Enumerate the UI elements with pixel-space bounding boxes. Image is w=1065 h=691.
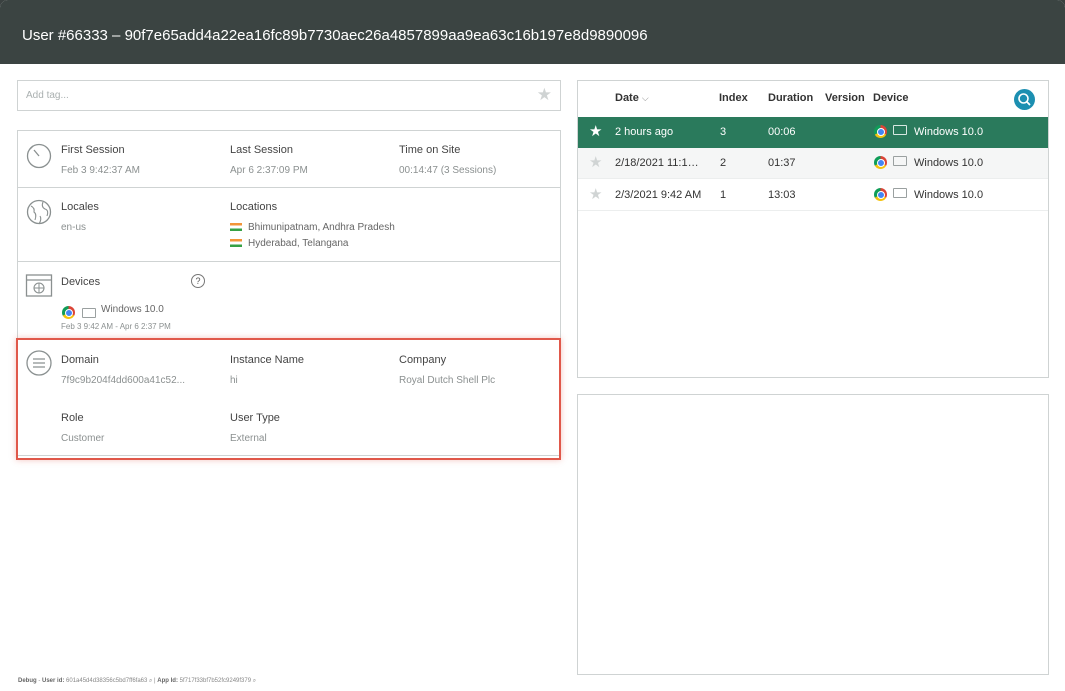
india-flag-icon bbox=[230, 223, 242, 231]
locales-card: Locales en-us Locations Bhimunipatnam, A… bbox=[18, 188, 560, 262]
chrome-icon bbox=[874, 188, 887, 202]
locales-value: en-us bbox=[61, 222, 87, 233]
tag-box: ★ bbox=[17, 80, 561, 111]
first-session-label: First Session bbox=[61, 144, 125, 156]
user-type-value: External bbox=[230, 433, 267, 444]
user-detail-window: User #66333 – 90f7e65add4a22ea16fc89b773… bbox=[0, 0, 1065, 691]
search-icon[interactable]: ⌕ bbox=[253, 678, 256, 684]
help-icon[interactable]: ? bbox=[191, 274, 205, 288]
debug-footer: Debug - User id: 601a45d4d38356c5bd7ff6f… bbox=[18, 678, 257, 684]
session-duration: 00:06 bbox=[768, 126, 796, 138]
devices-card: Devices ? Windows 10.0 Feb 3 9:42 AM - A… bbox=[18, 262, 560, 339]
add-tag-input[interactable] bbox=[18, 81, 518, 110]
session-date: 2/3/2021 9:42 AM bbox=[615, 189, 702, 201]
app-id-label: App Id: bbox=[157, 678, 178, 684]
user-type-label: User Type bbox=[230, 412, 280, 424]
session-duration: 01:37 bbox=[768, 157, 796, 169]
user-id-value: 601a45d4d38356c5bd7ff6fa63 bbox=[66, 678, 148, 684]
star-icon[interactable]: ★ bbox=[589, 187, 602, 202]
device-date-range: Feb 3 9:42 AM - Apr 6 2:37 PM bbox=[61, 322, 171, 331]
column-duration[interactable]: Duration bbox=[768, 92, 813, 104]
domain-label: Domain bbox=[61, 354, 99, 366]
search-icon[interactable]: ⌕ bbox=[149, 678, 152, 684]
column-date[interactable]: Date ⌵ bbox=[615, 92, 649, 104]
desktop-icon bbox=[888, 156, 907, 168]
column-index[interactable]: Index bbox=[719, 92, 748, 104]
table-header: Date ⌵ Index Duration Version Device bbox=[578, 81, 1048, 116]
session-index: 2 bbox=[720, 157, 727, 169]
stopwatch-icon bbox=[26, 143, 52, 169]
device-os: Windows 10.0 bbox=[101, 304, 164, 315]
chrome-icon bbox=[874, 156, 887, 170]
role-value: Customer bbox=[61, 433, 105, 444]
chrome-icon bbox=[62, 304, 75, 322]
session-os: Windows 10.0 bbox=[914, 157, 984, 169]
session-index: 3 bbox=[720, 126, 727, 138]
company-label: Company bbox=[399, 354, 447, 366]
search-button[interactable] bbox=[1014, 89, 1035, 110]
details-card: Domain 7f9c9b204f4dd600a41c52... Instanc… bbox=[18, 339, 560, 455]
location-item: Bhimunipatnam, Andhra Pradesh bbox=[230, 222, 395, 233]
user-id-label: User id: bbox=[42, 678, 65, 684]
column-device[interactable]: Device bbox=[873, 92, 908, 104]
devices-label: Devices bbox=[61, 276, 101, 288]
window-title: User #66333 – 90f7e65add4a22ea16fc89b773… bbox=[0, 0, 1065, 64]
session-index: 1 bbox=[720, 189, 727, 201]
session-date: 2/18/2021 11:1… bbox=[615, 157, 699, 169]
first-session-value: Feb 3 9:42:37 AM bbox=[61, 165, 140, 176]
table-row[interactable]: ★ 2/3/2021 9:42 AM 1 13:03 Windows 10.0 bbox=[578, 180, 1048, 211]
instance-name-label: Instance Name bbox=[230, 354, 304, 366]
india-flag-icon bbox=[230, 239, 242, 247]
location-name: Hyderabad, Telangana bbox=[248, 238, 349, 249]
session-duration: 13:03 bbox=[768, 189, 796, 201]
chrome-icon bbox=[874, 125, 887, 139]
search-icon bbox=[1018, 93, 1031, 106]
browser-window-icon bbox=[25, 274, 53, 297]
locales-label: Locales bbox=[61, 201, 99, 213]
table-row[interactable]: ★ 2 hours ago 3 00:06 Windows 10.0 bbox=[578, 117, 1048, 148]
desktop-icon bbox=[77, 304, 96, 322]
session-detail-panel bbox=[577, 394, 1049, 675]
table-row[interactable]: ★ 2/18/2021 11:1… 2 01:37 Windows 10.0 bbox=[578, 148, 1048, 179]
instance-name-value: hi bbox=[230, 375, 238, 386]
company-value: Royal Dutch Shell Plc bbox=[399, 375, 496, 386]
sort-chevron-icon: ⌵ bbox=[641, 93, 649, 103]
role-label: Role bbox=[61, 412, 84, 424]
time-on-site-value: 00:14:47 (3 Sessions) bbox=[399, 165, 497, 176]
star-icon[interactable]: ★ bbox=[589, 155, 602, 170]
user-info-cards: First Session Feb 3 9:42:37 AM Last Sess… bbox=[17, 130, 561, 456]
globe-icon bbox=[26, 199, 52, 225]
sessions-card: First Session Feb 3 9:42:37 AM Last Sess… bbox=[18, 131, 560, 188]
last-session-label: Last Session bbox=[230, 144, 293, 156]
location-item: Hyderabad, Telangana bbox=[230, 238, 348, 249]
list-menu-icon bbox=[26, 350, 52, 376]
star-icon[interactable]: ★ bbox=[537, 86, 552, 104]
session-date: 2 hours ago bbox=[615, 126, 674, 138]
column-version[interactable]: Version bbox=[825, 92, 865, 104]
session-os: Windows 10.0 bbox=[914, 189, 984, 201]
location-name: Bhimunipatnam, Andhra Pradesh bbox=[248, 222, 395, 233]
time-on-site-label: Time on Site bbox=[399, 144, 461, 156]
last-session-value: Apr 6 2:37:09 PM bbox=[230, 165, 308, 176]
session-os: Windows 10.0 bbox=[914, 126, 984, 138]
locations-label: Locations bbox=[230, 201, 278, 213]
desktop-icon bbox=[888, 188, 907, 200]
domain-value: 7f9c9b204f4dd600a41c52... bbox=[61, 375, 185, 386]
star-icon[interactable]: ★ bbox=[589, 124, 602, 139]
sessions-table: Date ⌵ Index Duration Version Device ★ 2… bbox=[577, 80, 1049, 378]
app-id-value: 5f717f33bf7b52fc9249f379 bbox=[179, 678, 252, 684]
desktop-icon bbox=[888, 125, 907, 137]
debug-prefix: Debug bbox=[18, 678, 37, 684]
